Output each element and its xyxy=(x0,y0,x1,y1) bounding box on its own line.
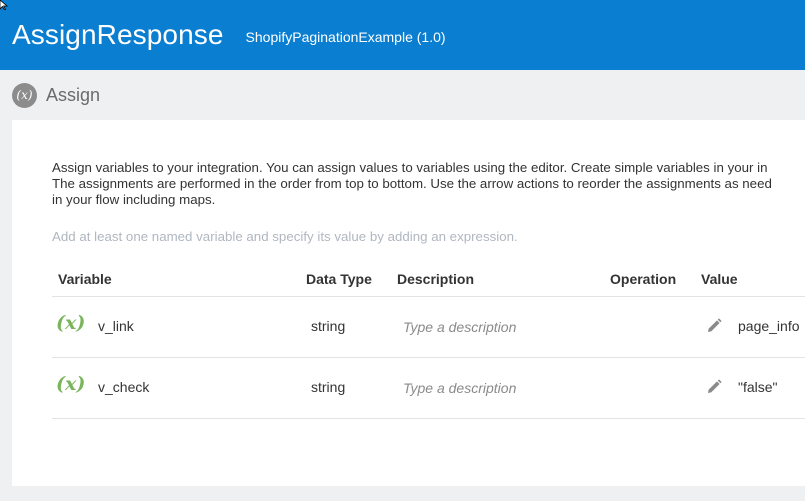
help-text-line: in your flow including maps. xyxy=(52,192,216,207)
action-bar: (x) Assign xyxy=(0,70,805,120)
value-expression[interactable]: "false" xyxy=(738,379,778,395)
integration-name: ShopifyPaginationExample (1.0) xyxy=(245,28,446,45)
variable-icon: (x) xyxy=(12,82,37,108)
column-header-value: Value xyxy=(701,271,738,287)
mouse-cursor-icon xyxy=(0,0,8,10)
column-header-description: Description xyxy=(397,271,475,287)
assign-panel: Assign variables to your integration. Yo… xyxy=(12,120,805,486)
value-expression[interactable]: page_info xyxy=(738,318,800,334)
pencil-icon[interactable] xyxy=(705,317,723,335)
column-header-variable: Variable xyxy=(58,271,112,287)
empty-hint: Add at least one named variable and spec… xyxy=(52,229,518,244)
variable-icon: (x) xyxy=(56,312,86,334)
divider xyxy=(52,418,805,419)
data-type[interactable]: string xyxy=(311,379,345,395)
column-header-data-type: Data Type xyxy=(306,271,372,287)
page-title: AssignResponse xyxy=(12,19,224,50)
table-row[interactable]: (x) v_check string Type a description "f… xyxy=(52,358,805,418)
action-label: Assign xyxy=(46,84,101,105)
description-input[interactable]: Type a description xyxy=(403,380,516,396)
help-text-line: The assignments are performed in the ord… xyxy=(52,176,772,191)
app-header: AssignResponse ShopifyPaginationExample … xyxy=(0,0,805,70)
variable-name[interactable]: v_check xyxy=(98,379,149,395)
variable-icon: (x) xyxy=(56,373,86,395)
help-text-line: Assign variables to your integration. Yo… xyxy=(52,160,768,175)
variable-name[interactable]: v_link xyxy=(98,318,134,334)
help-text: Assign variables to your integration. Yo… xyxy=(52,160,805,208)
pencil-icon[interactable] xyxy=(705,378,723,396)
data-type[interactable]: string xyxy=(311,318,345,334)
table-row[interactable]: (x) v_link string Type a description pag… xyxy=(52,297,805,357)
description-input[interactable]: Type a description xyxy=(403,319,516,335)
column-header-operation: Operation xyxy=(610,271,677,287)
